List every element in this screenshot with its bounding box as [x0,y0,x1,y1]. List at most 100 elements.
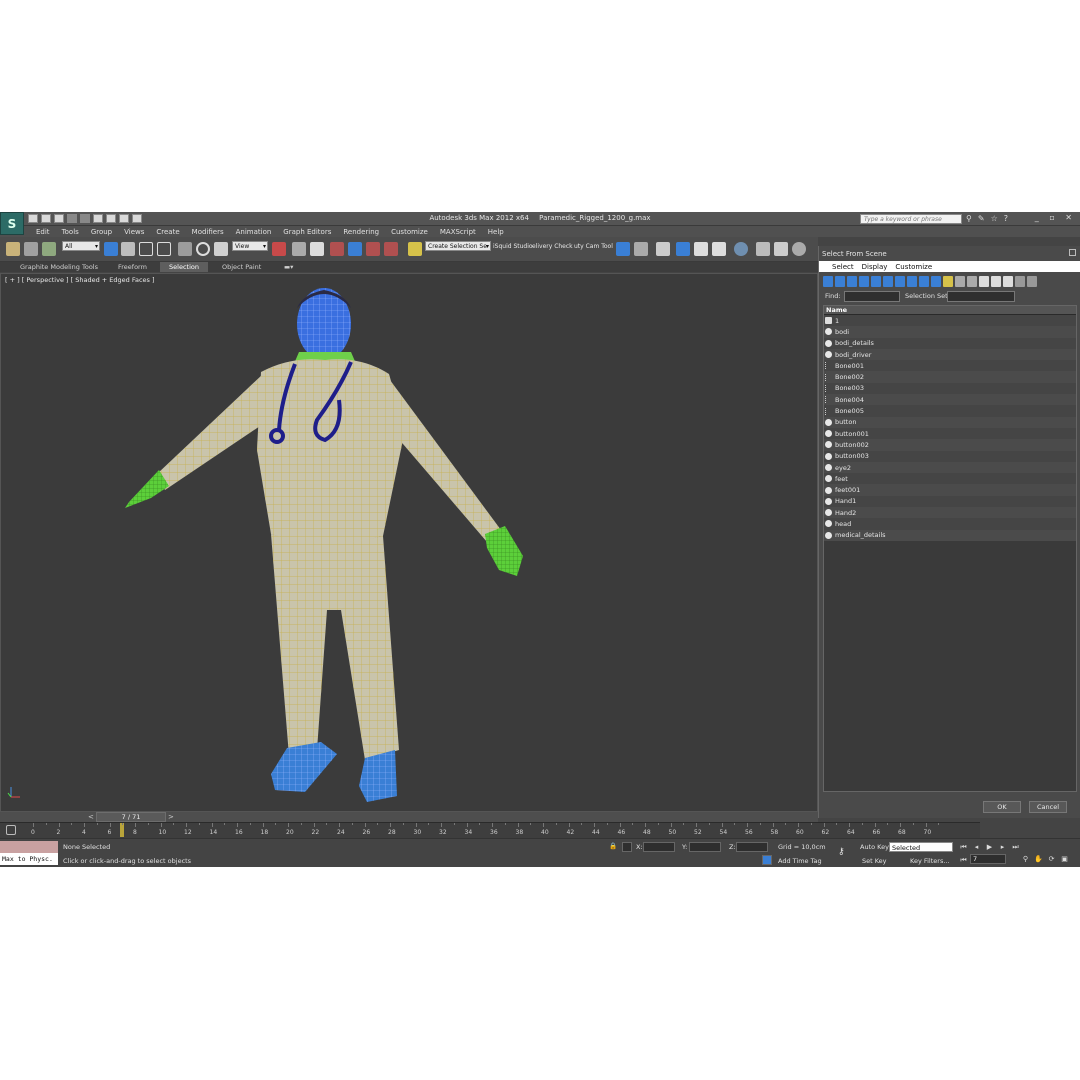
graphite-toggle-icon[interactable] [676,242,690,256]
z-coordinate-field[interactable] [736,842,768,852]
go-to-end-icon[interactable]: ⏭ [1010,842,1021,852]
help-icon[interactable]: ? [1004,214,1008,223]
select-invert-icon[interactable] [1003,276,1013,287]
list-item[interactable]: Bone003 [824,382,1076,395]
orbit-icon[interactable]: ⟳ [1046,854,1057,864]
set-key-button[interactable]: Set Key [862,857,887,865]
list-item[interactable]: bodi_details [824,337,1076,349]
maximize-viewport-icon[interactable]: ▣ [1059,854,1070,864]
time-slider-thumb[interactable]: 7 / 71 [96,812,166,822]
menu-maxscript[interactable]: MAXScript [434,226,482,237]
rectangular-selection-icon[interactable] [139,242,153,256]
selection-set-dropdown[interactable] [947,291,1015,302]
select-object-icon[interactable] [104,242,118,256]
plugin-squid-studio[interactable]: iSquid Studio [493,243,533,250]
render-setup-icon[interactable] [756,242,770,256]
menu-edit[interactable]: Edit [30,226,56,237]
key-mode-dropdown[interactable]: Selected [889,842,953,852]
window-crossing-icon[interactable] [157,242,171,256]
column-header-name[interactable]: Name [824,306,1076,315]
list-item[interactable]: Bone002 [824,371,1076,383]
display-helpers-icon[interactable] [871,276,881,287]
list-item[interactable]: button001 [824,427,1076,440]
right-arm-mesh[interactable] [387,376,501,542]
display-none-icon[interactable] [955,276,965,287]
pants-mesh[interactable] [271,534,399,760]
search-input[interactable]: Type a keyword or phrase [860,214,962,224]
menu-create[interactable]: Create [150,226,185,237]
zoom-icon[interactable]: ⚲ [1020,854,1031,864]
align-icon[interactable] [634,242,648,256]
list-item[interactable]: Bone001 [824,360,1076,372]
bind-space-warp-icon[interactable] [42,242,56,256]
menu-animation[interactable]: Animation [230,226,278,237]
cancel-button[interactable]: Cancel [1029,801,1067,813]
key-filters-button[interactable]: Key Filters... [910,857,950,865]
mirror-icon[interactable] [616,242,630,256]
select-and-manipulate-icon[interactable] [292,242,306,256]
rendered-frame-icon[interactable] [774,242,788,256]
left-arm-mesh[interactable] [157,374,269,490]
current-frame-field[interactable]: 7 [970,854,1006,864]
display-shapes-icon[interactable] [835,276,845,287]
trackbar[interactable]: 0 2 4 6 8 10 12 14 16 18 20 22 24 26 28 30 32 34 36 38 40 42 4… [0,822,980,838]
display-invert-icon[interactable] [967,276,977,287]
dialog-menu-display[interactable]: Display [859,261,893,272]
display-all-icon[interactable] [943,276,953,287]
display-bones-icon[interactable] [919,276,929,287]
maxscript-listener-output[interactable]: Max to Physc. [0,853,58,865]
render-teapot-icon[interactable] [792,242,806,256]
spinner-snap-icon[interactable] [384,242,398,256]
auto-key-button[interactable]: Auto Key [860,843,889,851]
percent-snap-icon[interactable] [366,242,380,256]
list-item[interactable]: button003 [824,450,1076,462]
display-spacewarps-icon[interactable] [883,276,893,287]
time-next-icon[interactable]: > [168,812,176,822]
plugin-delivery-check[interactable]: elivery Check [532,243,573,250]
list-item[interactable]: Hand2 [824,507,1076,519]
left-hand-mesh[interactable] [125,470,169,508]
material-editor-icon[interactable] [734,242,748,256]
list-item[interactable]: medical_details [824,529,1076,541]
time-prev-icon[interactable]: < [88,812,96,822]
reference-coordinate-dropdown[interactable]: View [232,241,268,252]
keyboard-shortcut-icon[interactable] [310,242,324,256]
list-item[interactable]: Bone004 [824,394,1076,406]
right-hand-mesh[interactable] [485,526,523,576]
edit-named-selection-icon[interactable] [408,242,422,256]
plugin-cam-tool[interactable]: uty Cam Tool [574,243,613,250]
menu-views[interactable]: Views [118,226,150,237]
menu-modifiers[interactable]: Modifiers [186,226,230,237]
window-controls[interactable]: _ ▫ ✕ [1035,213,1076,222]
go-to-start-icon[interactable]: ⏮ [958,842,969,852]
perspective-viewport[interactable]: [ + ] [ Perspective ] [ Shaded + Edged F… [0,273,818,812]
shirt-mesh[interactable] [257,359,405,544]
binoculars-icon[interactable]: ⚲ [966,214,972,223]
display-cameras-icon[interactable] [859,276,869,287]
unlink-icon[interactable] [24,242,38,256]
menu-group[interactable]: Group [85,226,118,237]
add-time-tag[interactable]: Add Time Tag [778,857,822,865]
list-item[interactable]: button [824,416,1076,428]
angle-snap-icon[interactable] [348,242,362,256]
select-all-icon[interactable] [979,276,989,287]
maxscript-listener-input[interactable] [0,841,58,853]
list-item[interactable]: eye2 [824,461,1076,474]
y-coordinate-field[interactable] [689,842,721,852]
pan-icon[interactable]: ✋ [1033,854,1044,864]
lock-selection-icon[interactable]: 🔒 [609,842,617,850]
previous-frame-icon[interactable]: ◂ [971,842,982,852]
left-shoe-mesh[interactable] [271,742,337,792]
curve-editor-icon[interactable] [694,242,708,256]
scale-icon[interactable] [214,242,228,256]
list-item[interactable]: 1 [824,315,1076,327]
sync-selection-icon[interactable] [1027,276,1037,287]
menu-customize[interactable]: Customize [385,226,434,237]
star-icon[interactable]: ☆ [991,214,998,223]
tools-icon[interactable]: ✎ [978,214,985,223]
menu-help[interactable]: Help [482,226,510,237]
select-by-name-icon[interactable] [121,242,135,256]
time-slider[interactable]: < 7 / 71 > [0,812,818,822]
dialog-close-icon[interactable] [1069,249,1076,256]
menu-rendering[interactable]: Rendering [337,226,385,237]
